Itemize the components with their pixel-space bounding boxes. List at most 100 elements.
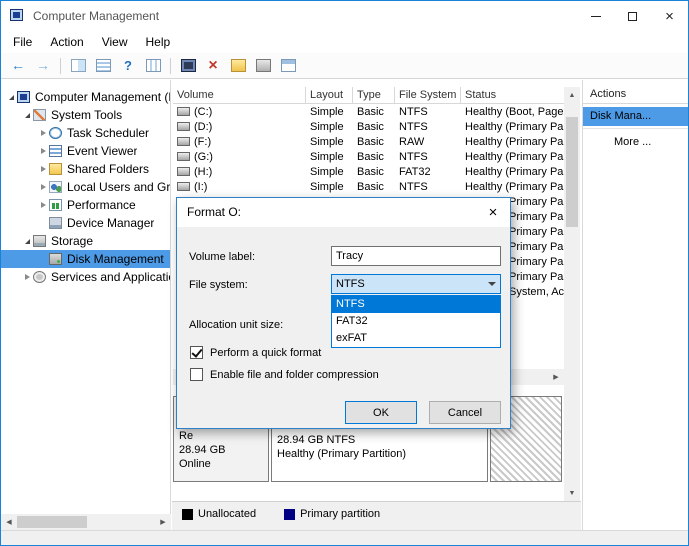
tree-item-shared-folders[interactable]: Shared Folders — [1, 160, 170, 178]
legend-label: Unallocated — [198, 508, 257, 520]
tree-item-label: Disk Management — [67, 252, 164, 266]
volume-label-input[interactable] — [331, 246, 501, 266]
menu-file[interactable]: File — [4, 31, 41, 53]
help-button[interactable] — [116, 55, 140, 77]
expanded-expander-icon[interactable] — [21, 113, 33, 118]
tree-item-storage[interactable]: Storage — [1, 232, 170, 250]
tree-horizontal-scrollbar[interactable]: ◀ ▶ — [1, 514, 171, 530]
collapsed-expander-icon[interactable] — [37, 148, 49, 154]
open-folder-button[interactable] — [226, 55, 250, 77]
export-list-button[interactable] — [91, 55, 115, 77]
collapsed-expander-icon[interactable] — [37, 166, 49, 172]
type-cell: Basic — [357, 105, 384, 118]
menu-help[interactable]: Help — [137, 31, 180, 53]
menu-action[interactable]: Action — [41, 31, 92, 53]
dropdown-option-ntfs[interactable]: NTFS — [332, 296, 500, 313]
checked-checkbox-icon[interactable] — [190, 346, 203, 359]
column-header-volume[interactable]: Volume — [173, 87, 306, 103]
panel-button[interactable] — [276, 55, 300, 77]
collapsed-expander-icon[interactable] — [21, 274, 33, 280]
tree-scroll-thumb[interactable] — [17, 516, 87, 528]
volume-name: (I:) — [194, 180, 208, 193]
type-cell: Basic — [357, 180, 384, 193]
volume-row[interactable]: (D:) Simple Basic NTFS Healthy (Primary Part — [173, 119, 564, 134]
column-header-layout[interactable]: Layout — [306, 87, 353, 103]
computer-management-window: Computer Management × File Action View Help… — [0, 0, 689, 546]
delete-button[interactable] — [201, 55, 225, 77]
maximize-button[interactable] — [614, 1, 651, 31]
column-header-file-system[interactable]: File System — [395, 87, 461, 103]
collapsed-expander-icon[interactable] — [37, 130, 49, 136]
column-header-status[interactable]: Status — [461, 87, 564, 103]
actions-more-actions[interactable]: More ... — [614, 133, 651, 151]
volume-name: (D:) — [194, 120, 213, 133]
file-system-combobox[interactable]: NTFS — [331, 274, 501, 294]
scroll-right-icon[interactable]: ▶ — [548, 369, 564, 385]
scroll-left-icon[interactable]: ◀ — [1, 514, 17, 530]
collapsed-expander-icon[interactable] — [37, 184, 49, 190]
checkbox-perform-a-quick-format[interactable]: Perform a quick format — [190, 346, 321, 359]
actions-header: Actions — [583, 86, 688, 104]
scroll-right-icon[interactable]: ▶ — [155, 514, 171, 530]
drive-button[interactable] — [251, 55, 275, 77]
volume-row[interactable]: (G:) Simple Basic NTFS Healthy (Primary Part — [173, 149, 564, 164]
close-button[interactable]: × — [651, 1, 688, 31]
collapsed-expander-icon[interactable] — [37, 202, 49, 208]
tree-scroll-track[interactable] — [17, 514, 155, 530]
tree-item-label: Device Manager — [67, 216, 155, 230]
scroll-down-icon[interactable]: ▼ — [564, 485, 580, 501]
column-header-type[interactable]: Type — [353, 87, 395, 103]
actions-item-disk-management[interactable]: Disk Mana... — [583, 107, 688, 126]
vertical-scroll-track[interactable] — [564, 103, 580, 485]
tree-item-label: Local Users and Gro — [67, 180, 170, 194]
dialog-close-button[interactable]: × — [476, 198, 510, 226]
tree-item-services-and-applications[interactable]: Services and Applications — [1, 268, 170, 286]
tree-item-system-tools[interactable]: System Tools — [1, 106, 170, 124]
drive-icon — [255, 59, 271, 72]
file-system-label: File system: — [189, 279, 248, 291]
tree-item-device-manager[interactable]: Device Manager — [1, 214, 170, 232]
dropdown-option-exfat[interactable]: exFAT — [332, 330, 500, 347]
unchecked-checkbox-icon[interactable] — [190, 368, 203, 381]
tree-item-computer-management-l[interactable]: Computer Management (L — [1, 88, 170, 106]
properties-button[interactable] — [141, 55, 165, 77]
tree-item-disk-management[interactable]: Disk Management — [1, 250, 170, 268]
file-system-cell: RAW — [399, 135, 425, 148]
volume-drive-icon — [177, 122, 190, 131]
dropdown-option-fat32[interactable]: FAT32 — [332, 313, 500, 330]
scroll-up-icon[interactable]: ▲ — [564, 87, 580, 103]
disk-info-line: 28.94 GB — [179, 444, 226, 456]
expanded-expander-icon[interactable] — [21, 239, 33, 244]
tree-item-performance[interactable]: Performance — [1, 196, 170, 214]
legend-item-primary-partition: Primary partition — [284, 508, 380, 520]
display-button[interactable] — [176, 55, 200, 77]
tree-item-label: Event Viewer — [67, 144, 138, 158]
vertical-scrollbar[interactable]: ▲ ▼ — [564, 87, 580, 501]
forward-button[interactable] — [31, 55, 55, 77]
menu-view[interactable]: View — [93, 31, 137, 53]
tree-item-task-scheduler[interactable]: Task Scheduler — [1, 124, 170, 142]
status-cell: Healthy (Boot, Page F — [465, 105, 564, 118]
volume-row[interactable]: (C:) Simple Basic NTFS Healthy (Boot, Page F — [173, 104, 564, 119]
expanded-expander-icon[interactable] — [5, 95, 17, 100]
legend-item-unallocated: Unallocated — [182, 508, 256, 520]
checkbox-enable-file-and-folder-compression[interactable]: Enable file and folder compression — [190, 368, 379, 381]
forward-icon — [36, 59, 51, 72]
console-tree-button[interactable] — [66, 55, 90, 77]
tree-item-local-users-and-gro[interactable]: Local Users and Gro — [1, 178, 170, 196]
tree-item-event-viewer[interactable]: Event Viewer — [1, 142, 170, 160]
type-cell: Basic — [357, 150, 384, 163]
back-button[interactable] — [6, 55, 30, 77]
vertical-scroll-thumb[interactable] — [566, 117, 578, 227]
volume-row[interactable]: (H:) Simple Basic FAT32 Healthy (Primary Par… — [173, 164, 564, 179]
ok-button[interactable]: OK — [345, 401, 417, 424]
legend: Unallocated Primary partition — [172, 501, 581, 530]
chevron-down-icon[interactable] — [484, 282, 500, 286]
cancel-button[interactable]: Cancel — [429, 401, 501, 424]
type-cell: Basic — [357, 120, 384, 133]
volume-row[interactable]: (F:) Simple Basic RAW Healthy (Primary Part — [173, 134, 564, 149]
volume-row[interactable]: (I:) Simple Basic NTFS Healthy (Primary Part — [173, 179, 564, 194]
tree-item-label: Task Scheduler — [67, 126, 150, 140]
minimize-button[interactable] — [577, 1, 614, 31]
legend-label: Primary partition — [300, 508, 381, 520]
